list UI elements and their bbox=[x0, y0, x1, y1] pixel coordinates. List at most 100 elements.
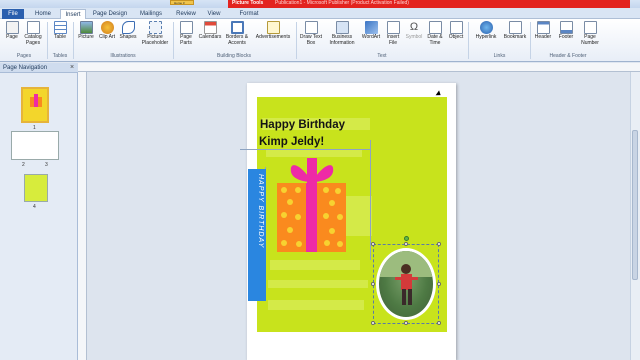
picture-icon bbox=[79, 21, 93, 34]
tab-format[interactable]: Format bbox=[236, 9, 262, 19]
tab-view[interactable]: View bbox=[203, 9, 225, 19]
picture-placeholder-button[interactable]: Picture Placeholder bbox=[140, 21, 170, 46]
resize-handle[interactable] bbox=[437, 282, 441, 286]
tab-home[interactable]: Home bbox=[30, 9, 56, 19]
ribbon: Page Catalog Pages Pages Table Tables Pi… bbox=[0, 19, 640, 62]
page-parts-icon bbox=[179, 21, 193, 34]
group-links-label: Links bbox=[493, 53, 506, 59]
table-label: Table bbox=[54, 34, 66, 40]
resize-handle[interactable] bbox=[404, 321, 408, 325]
photo-selection-box[interactable] bbox=[373, 244, 439, 324]
shapes-button[interactable]: Shapes bbox=[118, 21, 138, 41]
page-parts-button[interactable]: Page Parts bbox=[175, 21, 197, 46]
page-thumbnail-2-3[interactable] bbox=[11, 131, 59, 160]
side-banner-text[interactable]: HAPPY BIRTHDAY bbox=[252, 174, 264, 299]
greeting-title-line2[interactable]: Kimp Jeldy! bbox=[259, 136, 324, 148]
group-divider bbox=[47, 22, 48, 59]
close-icon[interactable]: × bbox=[70, 63, 74, 73]
object-button[interactable]: Object bbox=[446, 21, 466, 41]
gift-dot bbox=[329, 200, 335, 206]
ribbon-tab-row: File Home Insert Page Design Mailings Re… bbox=[0, 8, 640, 19]
catalog-pages-icon bbox=[26, 21, 40, 34]
group-divider bbox=[530, 22, 531, 59]
card-stripe bbox=[268, 300, 364, 310]
resize-handle[interactable] bbox=[371, 321, 375, 325]
shapes-label: Shapes bbox=[119, 34, 137, 40]
header-label: Header bbox=[534, 34, 552, 40]
bookmark-icon bbox=[508, 21, 522, 34]
symbol-button[interactable]: Ω Symbol bbox=[404, 21, 424, 41]
group-header-footer-label: Header & Footer bbox=[549, 53, 587, 59]
rotate-handle[interactable] bbox=[404, 236, 409, 241]
page-thumbnail-4[interactable] bbox=[24, 174, 48, 202]
picture-button[interactable]: Picture bbox=[76, 21, 96, 41]
tab-mailings[interactable]: Mailings bbox=[134, 9, 168, 19]
greeting-title-line1[interactable]: Happy Birthday bbox=[260, 119, 345, 131]
gift-dot bbox=[324, 240, 330, 246]
group-divider bbox=[468, 22, 469, 59]
bookmark-button[interactable]: Bookmark bbox=[502, 21, 528, 41]
gift-dot bbox=[323, 187, 329, 193]
vertical-ruler[interactable] bbox=[78, 72, 87, 360]
page-icon bbox=[5, 21, 19, 34]
page-number-icon bbox=[583, 21, 597, 34]
symbol-label: Symbol bbox=[405, 34, 423, 40]
borders-accents-button[interactable]: Borders & Accents bbox=[223, 21, 251, 46]
gift-dot bbox=[335, 188, 341, 194]
business-information-button[interactable]: Business Information bbox=[326, 21, 358, 46]
business-information-label: Business Information bbox=[329, 34, 355, 46]
object-label: Object bbox=[448, 34, 464, 40]
gift-dot bbox=[296, 241, 302, 247]
gift-dot bbox=[337, 241, 343, 247]
hyperlink-button[interactable]: Hyperlink bbox=[471, 21, 501, 41]
footer-button[interactable]: Footer bbox=[555, 21, 577, 41]
gift-dot bbox=[323, 213, 329, 219]
bookmark-label: Bookmark bbox=[503, 34, 527, 40]
picture-tools-label: Picture Tools bbox=[232, 0, 264, 6]
omega-icon: Ω bbox=[409, 21, 419, 33]
page-button-label: Page bbox=[6, 34, 18, 40]
resize-handle[interactable] bbox=[437, 321, 441, 325]
horizontal-ruler[interactable] bbox=[78, 63, 640, 72]
header-button[interactable]: Header bbox=[532, 21, 554, 41]
tab-review[interactable]: Review bbox=[172, 9, 200, 19]
layout-guide[interactable] bbox=[240, 149, 370, 150]
clip-art-icon bbox=[100, 21, 114, 34]
group-divider bbox=[73, 22, 74, 59]
wordart-button[interactable]: WordArt bbox=[360, 21, 382, 41]
footer-label: Footer bbox=[558, 34, 574, 40]
table-button[interactable]: Table bbox=[50, 21, 70, 41]
group-illustrations-label: Illustrations bbox=[110, 53, 136, 59]
draw-text-box-button[interactable]: Draw Text Box bbox=[298, 21, 324, 46]
context-tab-marker[interactable]: Home 3 bbox=[170, 0, 194, 5]
picture-placeholder-icon bbox=[148, 21, 162, 34]
resize-handle[interactable] bbox=[437, 242, 441, 246]
resize-handle[interactable] bbox=[371, 282, 375, 286]
advertisements-icon bbox=[266, 21, 280, 34]
draw-text-box-label: Draw Text Box bbox=[299, 34, 323, 46]
advertisements-label: Advertisements bbox=[255, 34, 291, 40]
scrollbar-thumb[interactable] bbox=[632, 130, 638, 280]
resize-handle[interactable] bbox=[404, 242, 408, 246]
tab-file[interactable]: File bbox=[2, 9, 24, 19]
resize-handle[interactable] bbox=[371, 242, 375, 246]
advertisements-button[interactable]: Advertisements bbox=[253, 21, 293, 41]
picture-label: Picture bbox=[78, 34, 94, 40]
gift-ribbon bbox=[306, 183, 317, 252]
tab-insert[interactable]: Insert bbox=[60, 9, 86, 19]
page-number-3: 3 bbox=[45, 162, 48, 168]
tab-page-design[interactable]: Page Design bbox=[90, 9, 130, 19]
context-tab-label: Home 3 bbox=[174, 1, 185, 5]
clip-art-button[interactable]: Clip Art bbox=[97, 21, 117, 41]
insert-file-button[interactable]: Insert File bbox=[384, 21, 402, 46]
date-time-button[interactable]: Date & Time bbox=[426, 21, 444, 46]
catalog-pages-button[interactable]: Catalog Pages bbox=[22, 21, 44, 46]
gift-bow-shape bbox=[290, 158, 334, 183]
page-number-2: 2 bbox=[22, 162, 25, 168]
page-thumbnail-1[interactable] bbox=[21, 87, 49, 123]
footer-icon bbox=[559, 21, 573, 34]
calendars-button[interactable]: Calendars bbox=[198, 21, 222, 41]
page-button[interactable]: Page bbox=[4, 21, 20, 41]
calendar-icon bbox=[203, 21, 217, 34]
page-number-button[interactable]: Page Number bbox=[578, 21, 602, 46]
